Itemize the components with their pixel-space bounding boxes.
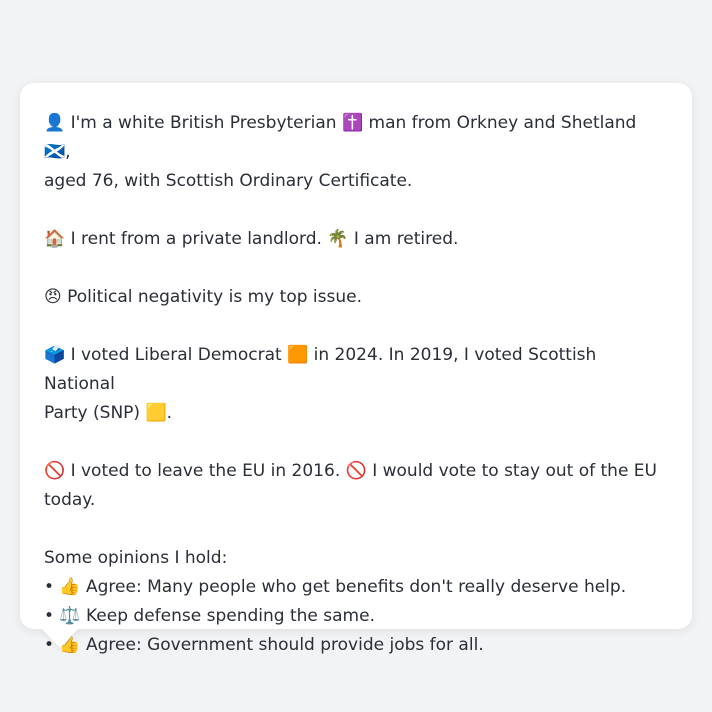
- eu-paragraph: 🚫 I voted to leave the EU in 2016. 🚫 I w…: [44, 457, 668, 515]
- eu-line-2: today.: [44, 490, 96, 510]
- identity-paragraph: 👤 I'm a white British Presbyterian ✝️ ma…: [44, 109, 668, 196]
- opinion-item: • 👍 Agree: Government should provide job…: [44, 635, 484, 655]
- opinions-paragraph: Some opinions I hold: • 👍 Agree: Many pe…: [44, 544, 668, 660]
- opinions-heading: Some opinions I hold:: [44, 548, 228, 568]
- top-issue-paragraph: 😠 Political negativity is my top issue.: [44, 283, 668, 312]
- opinion-item: • ⚖️ Keep defense spending the same.: [44, 606, 375, 626]
- bubble-tail: [40, 627, 80, 648]
- identity-line-1: 👤 I'm a white British Presbyterian ✝️ ma…: [44, 113, 637, 162]
- opinion-item: • 👍 Agree: Many people who get benefits …: [44, 577, 627, 597]
- housing-line: 🏠 I rent from a private landlord. 🌴 I am…: [44, 229, 459, 249]
- voting-line-1: 🗳️ I voted Liberal Democrat 🟧 in 2024. I…: [44, 345, 597, 394]
- housing-paragraph: 🏠 I rent from a private landlord. 🌴 I am…: [44, 225, 668, 254]
- eu-line-1: 🚫 I voted to leave the EU in 2016. 🚫 I w…: [44, 461, 657, 481]
- voting-paragraph: 🗳️ I voted Liberal Democrat 🟧 in 2024. I…: [44, 341, 668, 428]
- identity-line-2: aged 76, with Scottish Ordinary Certific…: [44, 171, 413, 191]
- message-bubble: 👤 I'm a white British Presbyterian ✝️ ma…: [20, 83, 692, 655]
- top-issue-line: 😠 Political negativity is my top issue.: [44, 287, 362, 307]
- voting-line-2: Party (SNP) 🟨.: [44, 403, 173, 423]
